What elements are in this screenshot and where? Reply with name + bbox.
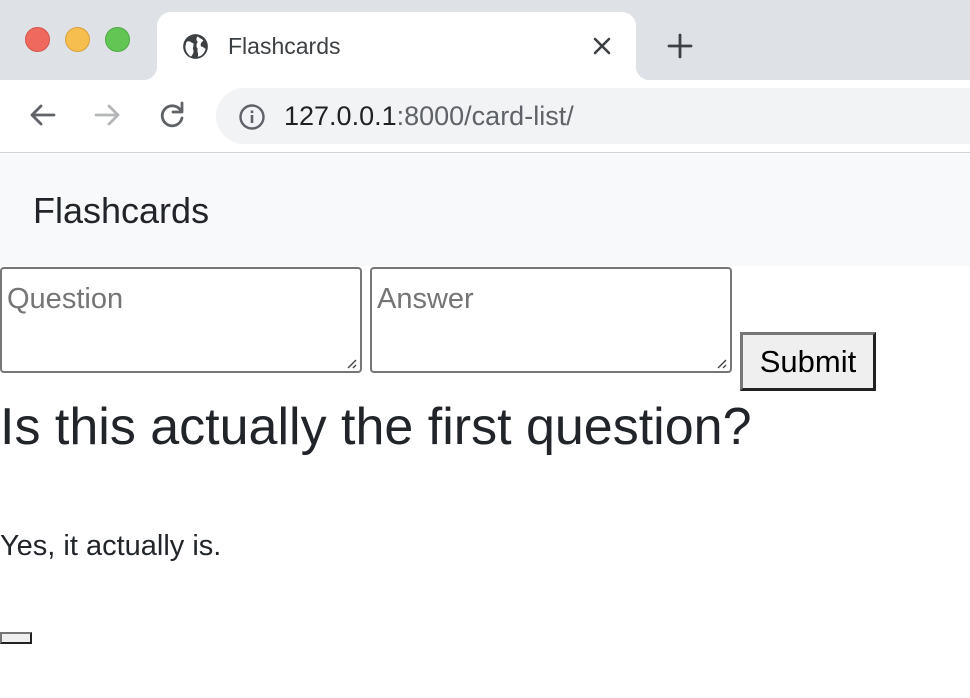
answer-input[interactable] xyxy=(370,267,732,373)
address-bar[interactable]: 127.0.0.1:8000/card-list/ xyxy=(216,88,970,144)
question-input[interactable] xyxy=(0,267,362,373)
close-icon[interactable] xyxy=(590,34,614,58)
navbar-brand[interactable]: Flashcards xyxy=(33,190,209,232)
url-text[interactable]: 127.0.0.1:8000/card-list/ xyxy=(284,100,574,132)
arrow-right-icon[interactable] xyxy=(91,99,123,131)
arrow-left-icon[interactable] xyxy=(27,99,59,131)
tab-title: Flashcards xyxy=(228,33,341,59)
browser-toolbar: 127.0.0.1:8000/card-list/ xyxy=(0,80,970,153)
globe-icon xyxy=(183,34,208,59)
info-icon[interactable] xyxy=(238,103,266,131)
card-form: Submit xyxy=(0,266,970,396)
page-navbar: Flashcards xyxy=(0,154,970,266)
browser-titlebar: Flashcards xyxy=(0,0,970,80)
url-host: 127.0.0.1 xyxy=(284,101,397,131)
card-action-button[interactable] xyxy=(0,632,32,644)
card-answer: Yes, it actually is. xyxy=(0,530,222,562)
reload-icon[interactable] xyxy=(156,99,188,131)
card-question: Is this actually the first question? xyxy=(0,398,752,456)
browser-tab[interactable]: Flashcards xyxy=(143,12,650,80)
window-close-button[interactable] xyxy=(25,27,50,52)
window-maximize-button[interactable] xyxy=(105,27,130,52)
url-path: :8000/card-list/ xyxy=(396,101,574,131)
submit-button[interactable]: Submit xyxy=(740,332,876,391)
plus-icon[interactable] xyxy=(665,31,695,61)
window-minimize-button[interactable] xyxy=(65,27,90,52)
